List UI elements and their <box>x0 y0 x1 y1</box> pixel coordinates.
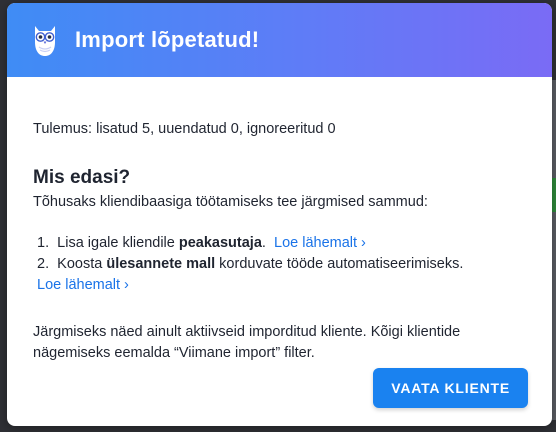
background-accent <box>552 178 556 212</box>
dialog-body: Tulemus: lisatud 5, uuendatud 0, ignoree… <box>7 119 552 364</box>
dialog-title: Import lõpetatud! <box>75 27 260 52</box>
step-text-after: korduvate tööde automatiseerimiseks. <box>219 256 464 272</box>
next-steps-list: 1. Lisa igale kliendile peakasutaja. Loe… <box>33 233 526 296</box>
next-steps-intro: Tõhusaks kliendibaasiga töötamiseks tee … <box>33 194 428 210</box>
import-complete-dialog: Import lõpetatud! Tulemus: lisatud 5, uu… <box>7 3 552 426</box>
step-number: 2. <box>37 256 50 272</box>
view-clients-button[interactable]: VAATA KLIENTE <box>373 368 528 408</box>
step-text-after: . <box>261 235 266 251</box>
step-bold-text: ülesannete mall <box>106 256 216 272</box>
step-number: 1. <box>37 235 50 251</box>
owl-logo-icon <box>35 26 55 56</box>
read-more-link-1[interactable]: Loe lähemalt › <box>274 235 366 251</box>
step-item-2: 2. Koosta ülesannete mall korduvate tööd… <box>33 254 526 275</box>
read-more-link-2[interactable]: Loe lähemalt › <box>37 277 129 293</box>
filter-note: Järgmiseks näed ainult aktiivseid impord… <box>33 324 461 361</box>
step-text: Lisa igale kliendile <box>57 235 175 251</box>
next-steps-heading: Mis edasi? <box>33 167 131 188</box>
step-item-2-continuation: Loe lähemalt › <box>33 275 526 296</box>
step-text: Koosta <box>57 256 103 272</box>
step-item-1: 1. Lisa igale kliendile peakasutaja. Loe… <box>33 233 526 254</box>
dialog-footer: VAATA KLIENTE <box>373 368 528 408</box>
step-bold-text: peakasutaja <box>178 235 262 251</box>
import-result-text: Tulemus: lisatud 5, uuendatud 0, ignoree… <box>33 121 336 137</box>
dialog-header: Import lõpetatud! <box>7 3 552 77</box>
